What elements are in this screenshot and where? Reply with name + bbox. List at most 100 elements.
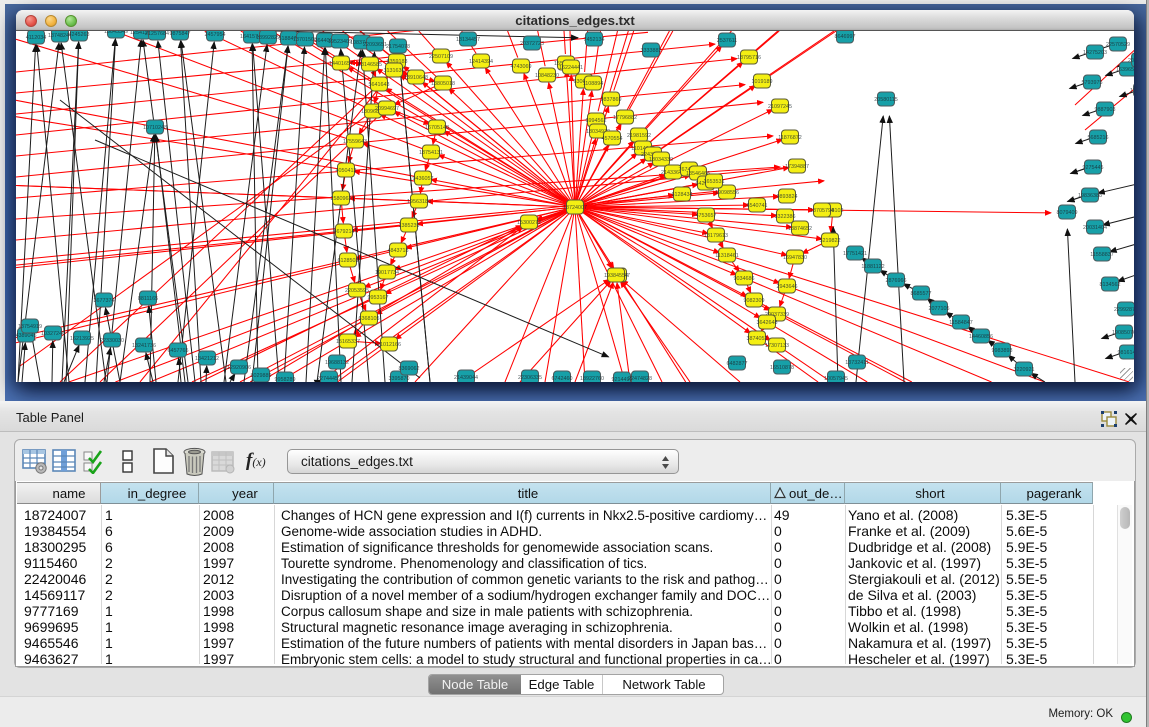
svg-text:9958289: 9958289 [275, 377, 296, 382]
svg-text:20372723: 20372723 [520, 41, 544, 47]
svg-text:20615450: 20615450 [1128, 58, 1134, 64]
svg-text:5685216: 5685216 [1088, 135, 1109, 141]
svg-text:12920906: 12920906 [227, 365, 251, 371]
svg-text:9082309: 9082309 [744, 298, 765, 304]
svg-text:1385239: 1385239 [399, 223, 420, 229]
svg-text:11881122: 11881122 [861, 264, 884, 270]
svg-text:8811165: 8811165 [138, 296, 158, 302]
svg-text:6128503: 6128503 [338, 258, 359, 264]
svg-text:18795716: 18795716 [737, 55, 761, 61]
svg-text:13134457: 13134457 [456, 37, 480, 43]
svg-text:18724007: 18724007 [563, 205, 587, 211]
svg-text:2580963: 2580963 [331, 196, 352, 202]
svg-text:19098556: 19098556 [715, 190, 739, 196]
svg-text:3677374: 3677374 [94, 298, 115, 304]
svg-text:11876872: 11876872 [778, 135, 802, 141]
svg-text:21097245: 21097245 [768, 104, 792, 110]
svg-text:19836388: 19836388 [1078, 193, 1102, 199]
svg-text:17307133: 17307133 [765, 343, 789, 349]
svg-text:22053595: 22053595 [345, 288, 369, 294]
svg-text:9887903: 9887903 [1095, 107, 1116, 113]
svg-text:4050413: 4050413 [336, 168, 357, 174]
svg-text:22474828: 22474828 [628, 376, 652, 382]
svg-text:6540741: 6540741 [747, 203, 768, 209]
svg-text:14460856: 14460856 [969, 334, 993, 340]
svg-text:4679214: 4679214 [334, 229, 355, 235]
svg-text:13241736: 13241736 [132, 343, 156, 349]
svg-text:18922760: 18922760 [580, 376, 604, 382]
svg-text:18034339: 18034339 [649, 157, 673, 163]
svg-text:9983893: 9983893 [992, 348, 1013, 354]
svg-text:19523409: 19523409 [328, 39, 352, 45]
svg-text:6482877: 6482877 [727, 361, 748, 367]
svg-text:3322386: 3322386 [775, 214, 796, 220]
svg-text:15165337: 15165337 [336, 339, 360, 345]
svg-text:19563180: 19563180 [407, 199, 431, 205]
svg-text:19688132: 19688132 [325, 360, 349, 366]
svg-text:16705148: 16705148 [425, 125, 449, 131]
svg-text:11584847: 11584847 [949, 320, 973, 326]
svg-text:16947830: 16947830 [783, 255, 807, 261]
svg-text:6994562: 6994562 [586, 118, 607, 124]
svg-text:8079409: 8079409 [1057, 210, 1078, 216]
svg-text:18754131: 18754131 [419, 150, 443, 156]
svg-text:21754078: 21754078 [386, 44, 410, 50]
svg-text:20580115: 20580115 [874, 97, 898, 103]
svg-text:4753657: 4753657 [696, 213, 717, 219]
svg-text:1019189: 1019189 [752, 79, 773, 85]
svg-text:4245263: 4245263 [69, 32, 90, 38]
svg-text:2876966: 2876966 [886, 278, 907, 284]
svg-text:21012166: 21012166 [377, 342, 401, 348]
svg-text:13701506: 13701506 [293, 37, 317, 43]
svg-text:1108894: 1108894 [583, 81, 604, 87]
svg-text:10057945: 10057945 [824, 376, 848, 382]
svg-text:4389045: 4389045 [16, 333, 37, 339]
svg-text:9875847: 9875847 [170, 31, 191, 37]
svg-text:13754919: 13754919 [18, 324, 42, 330]
svg-text:9837869: 9837869 [601, 97, 622, 103]
svg-text:18705794: 18705794 [810, 208, 834, 214]
svg-text:10710248: 10710248 [143, 125, 167, 131]
svg-text:18992829: 18992829 [256, 35, 280, 41]
svg-text:6128434: 6128434 [672, 192, 693, 198]
svg-text:3131636: 3131636 [384, 68, 405, 74]
svg-text:22306335: 22306335 [518, 375, 542, 381]
svg-text:15300272: 15300272 [517, 220, 541, 226]
svg-text:8646997: 8646997 [835, 34, 856, 40]
svg-text:9953167: 9953167 [368, 295, 389, 301]
svg-text:11558837: 11558837 [1090, 252, 1114, 258]
svg-text:13421212: 13421212 [195, 356, 219, 362]
svg-text:15375853: 15375853 [1130, 88, 1134, 94]
svg-text:6742460: 6742460 [552, 376, 573, 382]
svg-text:3874052: 3874052 [747, 336, 768, 342]
svg-text:14275203: 14275203 [1083, 50, 1107, 56]
svg-text:8369062: 8369062 [399, 366, 420, 372]
svg-text:22992872: 22992872 [1114, 307, 1134, 313]
svg-text:3395870: 3395870 [389, 376, 410, 382]
svg-text:17394887: 17394887 [785, 164, 809, 170]
svg-text:2457954: 2457954 [205, 32, 226, 38]
svg-text:4843718: 4843718 [388, 248, 409, 254]
svg-text:4570554: 4570554 [602, 136, 623, 142]
svg-text:21981592: 21981592 [627, 133, 651, 139]
svg-text:4743069: 4743069 [511, 64, 532, 70]
svg-text:22093651: 22093651 [363, 42, 387, 48]
svg-text:17751421: 17751421 [843, 251, 867, 257]
svg-text:22744459: 22744459 [317, 376, 341, 382]
svg-text:10327246: 10327246 [41, 331, 65, 337]
svg-text:13179613: 13179613 [704, 233, 728, 239]
svg-text:22507109: 22507109 [429, 54, 453, 60]
svg-text:19384554: 19384554 [604, 273, 628, 279]
svg-text:9893824: 9893824 [777, 194, 798, 200]
svg-text:13146585: 13146585 [358, 62, 382, 68]
svg-text:13732411: 13732411 [845, 360, 869, 366]
svg-text:13045349: 13045349 [104, 31, 128, 35]
svg-text:3333883: 3333883 [641, 48, 662, 54]
svg-text:22570529: 22570529 [1106, 42, 1130, 48]
svg-text:5641643: 5641643 [369, 82, 390, 88]
svg-text:5219822: 5219822 [820, 238, 841, 244]
svg-text:9275445: 9275445 [1083, 165, 1104, 171]
svg-text:10848230: 10848230 [535, 73, 559, 79]
svg-text:8134562: 8134562 [1100, 282, 1121, 288]
svg-text:16510878: 16510878 [770, 365, 794, 371]
